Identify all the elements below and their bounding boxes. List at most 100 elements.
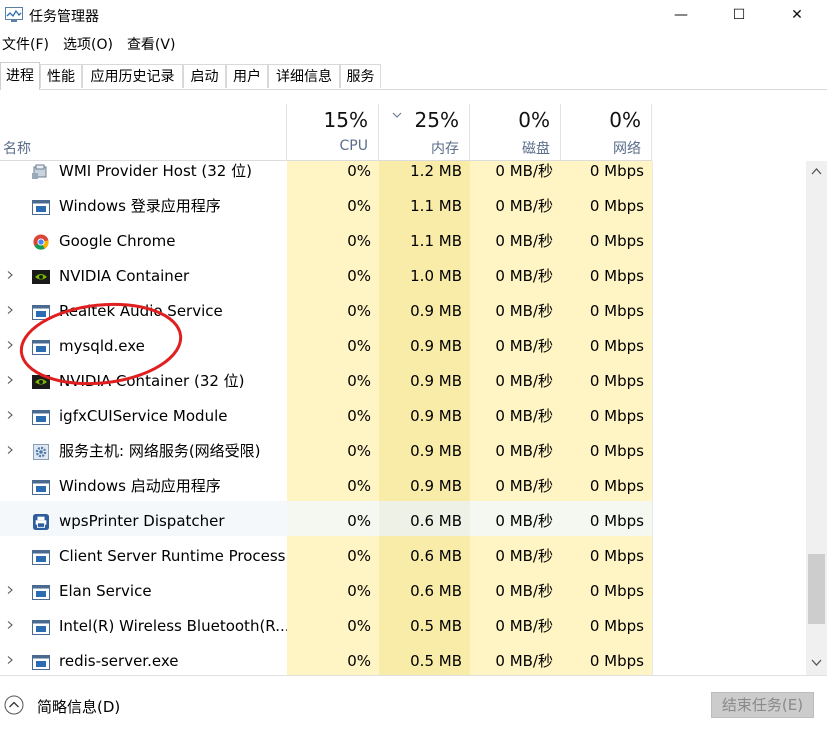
memory-value: 1.1 MB	[410, 197, 462, 215]
scrollbar-thumb[interactable]	[808, 554, 825, 624]
menu-options[interactable]: 选项(O)	[61, 34, 119, 56]
cpu-value: 0%	[347, 267, 371, 285]
disk-cell: 0 MB/秒	[470, 536, 561, 571]
column-header-disk[interactable]: 0% 磁盘	[470, 104, 561, 161]
column-header-name[interactable]: 名称	[0, 104, 287, 161]
tab-startup[interactable]: 启动	[183, 64, 226, 88]
table-row[interactable]: Windows 登录应用程序 0% 1.1 MB 0 MB/秒 0 Mbps	[0, 186, 806, 221]
disk-value: 0 MB/秒	[495, 162, 553, 180]
disk-value: 0 MB/秒	[495, 407, 553, 425]
disk-cell: 0 MB/秒	[470, 186, 561, 221]
disk-total-percent: 0%	[518, 108, 550, 132]
chevron-right-icon[interactable]	[6, 341, 14, 349]
table-row[interactable]: Windows 启动应用程序 0% 0.9 MB 0 MB/秒 0 Mbps	[0, 466, 806, 501]
column-label-cpu: CPU	[339, 138, 368, 154]
chevron-right-icon[interactable]	[6, 306, 14, 314]
network-cell: 0 Mbps	[561, 501, 652, 536]
maximize-icon: ☐	[732, 7, 746, 23]
process-name: redis-server.exe	[59, 652, 179, 670]
tab-details[interactable]: 详细信息	[268, 64, 340, 88]
scroll-down-icon[interactable]	[811, 659, 822, 667]
column-header-network[interactable]: 0% 网络	[561, 104, 652, 161]
network-value: 0 Mbps	[589, 512, 644, 530]
memory-value: 0.9 MB	[410, 477, 462, 495]
network-value: 0 Mbps	[589, 442, 644, 460]
menu-view[interactable]: 查看(V)	[125, 34, 182, 56]
memory-value: 1.2 MB	[410, 162, 462, 180]
chevron-right-icon[interactable]	[6, 656, 14, 664]
table-row[interactable]: Intel(R) Wireless Bluetooth(R... 0% 0.5 MB…	[0, 606, 806, 641]
table-row[interactable]: Google Chrome 0% 1.1 MB 0 MB/秒 0 Mbps	[0, 221, 806, 256]
network-value: 0 Mbps	[589, 407, 644, 425]
cpu-cell: 0%	[287, 501, 379, 536]
disk-value: 0 MB/秒	[495, 197, 553, 215]
process-name: wpsPrinter Dispatcher	[59, 512, 225, 530]
memory-value: 1.1 MB	[410, 232, 462, 250]
cpu-value: 0%	[347, 302, 371, 320]
column-label-name: 名称	[3, 141, 31, 157]
maximize-button[interactable]: ☐	[710, 0, 768, 30]
tab-performance[interactable]: 性能	[40, 64, 82, 88]
table-row[interactable]: igfxCUIService Module 0% 0.9 MB 0 MB/秒 0 Mbp…	[0, 396, 806, 431]
process-name-cell: igfxCUIService Module	[0, 396, 287, 431]
table-row[interactable]: Realtek Audio Service 0% 0.9 MB 0 MB/秒 0 Mbp…	[0, 291, 806, 326]
network-value: 0 Mbps	[589, 547, 644, 565]
cpu-cell: 0%	[287, 641, 379, 675]
chevron-right-icon[interactable]	[6, 586, 14, 594]
menu-file[interactable]: 文件(F)	[0, 34, 55, 56]
network-value: 0 Mbps	[589, 372, 644, 390]
vertical-scrollbar[interactable]	[806, 161, 827, 675]
table-row[interactable]: mysqld.exe 0% 0.9 MB 0 MB/秒 0 Mbps	[0, 326, 806, 361]
disk-value: 0 MB/秒	[495, 372, 553, 390]
cpu-cell: 0%	[287, 606, 379, 641]
tab-services[interactable]: 服务	[340, 64, 381, 88]
chevron-right-icon[interactable]	[6, 376, 14, 384]
process-name-cell: Windows 登录应用程序	[0, 186, 287, 221]
memory-value: 0.6 MB	[410, 547, 462, 565]
memory-value: 0.5 MB	[410, 617, 462, 635]
table-row[interactable]: redis-server.exe 0% 0.5 MB 0 MB/秒 0 Mbps	[0, 641, 806, 675]
cpu-value: 0%	[347, 477, 371, 495]
disk-value: 0 MB/秒	[495, 582, 553, 600]
close-button[interactable]: ✕	[768, 0, 826, 30]
window-app-icon	[32, 550, 50, 565]
disk-value: 0 MB/秒	[495, 652, 553, 670]
network-value: 0 Mbps	[589, 337, 644, 355]
fewer-details-icon[interactable]	[4, 695, 24, 715]
process-name-cell: mysqld.exe	[0, 326, 287, 361]
disk-cell: 0 MB/秒	[470, 571, 561, 606]
disk-cell: 0 MB/秒	[470, 256, 561, 291]
cpu-value: 0%	[347, 582, 371, 600]
table-row[interactable]: 服务主机: 网络服务(网络受限) 0% 0.9 MB 0 MB/秒 0 Mbps	[0, 431, 806, 466]
network-value: 0 Mbps	[589, 162, 644, 180]
fewer-details-link[interactable]: 简略信息(D)	[37, 696, 120, 717]
network-value: 0 Mbps	[589, 582, 644, 600]
process-name-cell: redis-server.exe	[0, 641, 287, 675]
disk-value: 0 MB/秒	[495, 547, 553, 565]
chevron-right-icon[interactable]	[6, 446, 14, 454]
table-row[interactable]: NVIDIA Container (32 位) 0% 0.9 MB 0 MB/秒 0 M…	[0, 361, 806, 396]
network-value: 0 Mbps	[589, 232, 644, 250]
scroll-up-icon[interactable]	[811, 167, 822, 175]
process-name: Client Server Runtime Process	[59, 547, 286, 565]
table-row[interactable]: WMI Provider Host (32 位) 0% 1.2 MB 0 MB/秒 0 …	[0, 161, 806, 186]
table-row[interactable]: Client Server Runtime Process 0% 0.6 MB 0 M…	[0, 536, 806, 571]
table-row[interactable]: Elan Service 0% 0.6 MB 0 MB/秒 0 Mbps	[0, 571, 806, 606]
table-row[interactable]: wpsPrinter Dispatcher 0% 0.6 MB 0 MB/秒 0 Mbp…	[0, 501, 806, 536]
network-cell: 0 Mbps	[561, 606, 652, 641]
tab-users[interactable]: 用户	[226, 64, 268, 88]
minimize-button[interactable]: —	[652, 0, 710, 30]
process-name: NVIDIA Container	[59, 267, 190, 285]
chevron-right-icon[interactable]	[6, 411, 14, 419]
chevron-right-icon[interactable]	[6, 621, 14, 629]
disk-value: 0 MB/秒	[495, 512, 553, 530]
network-total-percent: 0%	[609, 108, 641, 132]
column-header-cpu[interactable]: 15% CPU	[287, 104, 379, 161]
memory-cell: 1.1 MB	[379, 221, 470, 256]
chevron-right-icon[interactable]	[6, 271, 14, 279]
tab-processes[interactable]: 进程	[0, 62, 40, 90]
table-row[interactable]: NVIDIA Container 0% 1.0 MB 0 MB/秒 0 Mbps	[0, 256, 806, 291]
tab-app-history[interactable]: 应用历史记录	[82, 64, 183, 88]
disk-value: 0 MB/秒	[495, 617, 553, 635]
end-task-button[interactable]: 结束任务(E)	[711, 692, 814, 718]
